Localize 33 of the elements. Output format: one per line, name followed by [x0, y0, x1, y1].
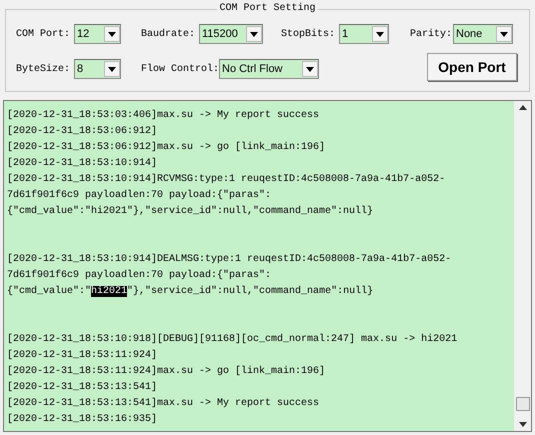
log-line: [2020-12-31_18:53:10:918][DEBUG][91168][oc_cmd_normal:247] max.su -> hi2021	[7, 332, 458, 347]
field-label: COM Port:	[16, 28, 72, 42]
field-label: Baudrate:	[141, 28, 196, 42]
scroll-down-icon[interactable]	[518, 422, 526, 427]
field-label: ByteSize:	[16, 62, 72, 76]
log-line: [2020-12-31_18:53:11:924]	[7, 348, 158, 363]
log-line: [2020-12-31_18:53:06:912]	[7, 124, 158, 139]
log-line: [2020-12-31_18:53:03:406]max.su -> My report success	[7, 108, 320, 123]
scroll-thumb[interactable]	[516, 397, 530, 411]
dropdown[interactable]: 8	[74, 59, 121, 79]
log-line: [2020-12-31_18:53:10:914]	[7, 156, 158, 171]
log-line: [2020-12-31_18:53:13:541]	[7, 380, 158, 395]
dropdown[interactable]: 12	[74, 24, 121, 44]
log-line: [2020-12-31_18:53:10:914]DEALMSG:type:1 reuqestID:4c508008-7a9a-41b7-a052-	[7, 252, 452, 267]
field-label: StopBits:	[281, 28, 336, 42]
log-line: [2020-12-31_18:53:13:541]max.su -> My report success	[7, 396, 320, 411]
log-line: [2020-12-31_18:53:10:914]RCVMSG:type:1 reuqestID:4c508008-7a9a-41b7-a052-	[7, 172, 446, 187]
field-label: Flow Control:	[141, 62, 219, 76]
log-line: {"cmd_value":"hi2021"},"service_id":null,"command_name":null}	[7, 204, 374, 219]
log-line: {"cmd_value":"hi2021"},"service_id":null,"command_name":null}	[7, 284, 374, 299]
scroll-up-icon[interactable]	[518, 105, 526, 110]
scrollbar[interactable]	[514, 101, 531, 431]
field-label: Parity:	[410, 28, 453, 42]
dropdown[interactable]: 1	[339, 24, 389, 44]
log-line: 7d61f901f6c9 payloadlen:70 payload:{"paras":	[7, 268, 272, 283]
open-port-button[interactable]: Open Port	[427, 53, 517, 81]
dropdown[interactable]: No Ctrl Flow	[219, 59, 319, 79]
log-line: [2020-12-31_18:53:06:912]max.su -> go [link_main:196]	[7, 140, 326, 155]
log-line: [2020-12-31_18:53:16:935]	[7, 412, 158, 427]
log-line: 7d61f901f6c9 payloadlen:70 payload:{"paras":	[7, 188, 272, 203]
log-line: [2020-12-31_18:53:11:924]max.su -> go [link_main:196]	[7, 364, 326, 379]
dropdown[interactable]: 115200	[199, 24, 263, 44]
dropdown[interactable]: None	[453, 24, 513, 44]
